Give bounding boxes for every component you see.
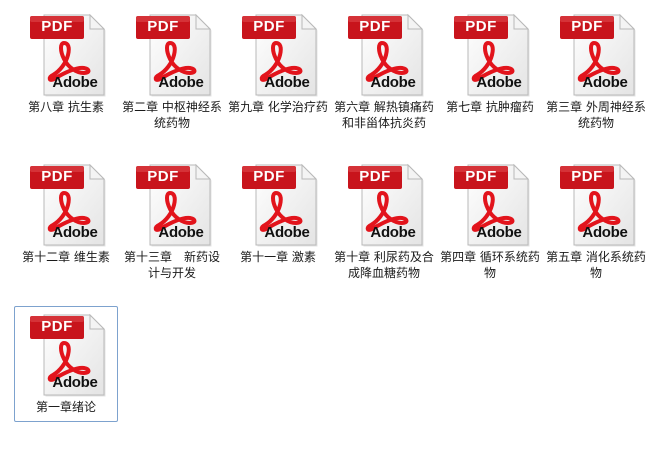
adobe-brand-label: Adobe (52, 224, 98, 241)
adobe-brand-label: Adobe (476, 74, 522, 91)
pdf-file-icon: PDF Adobe (236, 9, 320, 97)
file-item[interactable]: PDF Adobe 第八章 抗生素 (14, 6, 118, 122)
adobe-brand-label: Adobe (264, 74, 310, 91)
adobe-brand-label: Adobe (582, 224, 628, 241)
pdf-badge-label: PDF (147, 18, 179, 35)
pdf-badge-label: PDF (41, 168, 73, 185)
file-item[interactable]: PDF Adobe 第三章 外周神经系统药物 (544, 6, 648, 130)
pdf-badge-label: PDF (253, 18, 285, 35)
file-name-label: 第十章 利尿药及合成降血糖药物 (334, 250, 434, 280)
adobe-brand-label: Adobe (370, 74, 416, 91)
pdf-file-icon: PDF Adobe (24, 309, 108, 397)
pdf-badge-label: PDF (359, 18, 391, 35)
pdf-file-icon: PDF Adobe (24, 159, 108, 247)
pdf-file-icon: PDF Adobe (236, 159, 320, 247)
file-name-label: 第十三章 新药设计与开发 (123, 250, 220, 280)
adobe-brand-label: Adobe (52, 74, 98, 91)
adobe-brand-label: Adobe (264, 224, 310, 241)
pdf-file-icon: PDF Adobe (342, 159, 426, 247)
pdf-file-icon: PDF Adobe (554, 159, 638, 247)
file-name-label: 第八章 抗生素 (28, 100, 104, 114)
pdf-file-icon: PDF Adobe (554, 9, 638, 97)
file-item[interactable]: PDF Adobe 第九章 化学治疗药 (226, 6, 330, 122)
file-item[interactable]: PDF Adobe 第十章 利尿药及合成降血糖药物 (332, 156, 436, 280)
pdf-badge-label: PDF (41, 318, 73, 335)
pdf-file-icon: PDF Adobe (342, 9, 426, 97)
adobe-brand-label: Adobe (158, 224, 204, 241)
file-item[interactable]: PDF Adobe 第五章 消化系统药物 (544, 156, 648, 280)
file-row: PDF Adobe 第八章 抗生素 PDF Adobe 第二章 中枢神经系统药物 (14, 6, 650, 151)
pdf-badge-label: PDF (253, 168, 285, 185)
file-item[interactable]: PDF Adobe 第七章 抗肿瘤药 (438, 6, 542, 122)
file-item[interactable]: PDF Adobe 第十三章 新药设计与开发 (120, 156, 224, 280)
pdf-file-icon: PDF Adobe (448, 159, 532, 247)
pdf-file-icon: PDF Adobe (130, 159, 214, 247)
file-item[interactable]: PDF Adobe 第二章 中枢神经系统药物 (120, 6, 224, 130)
file-name-label: 第二章 中枢神经系统药物 (122, 100, 222, 130)
file-name-label: 第七章 抗肿瘤药 (446, 100, 534, 114)
pdf-file-icon: PDF Adobe (448, 9, 532, 97)
file-row: PDF Adobe 第十二章 维生素 PDF Adobe 第十三章 新药设计与开… (14, 156, 650, 301)
adobe-brand-label: Adobe (158, 74, 204, 91)
pdf-badge-label: PDF (147, 168, 179, 185)
file-name-label: 第六章 解热镇痛药和非甾体抗炎药 (334, 100, 434, 130)
pdf-badge-label: PDF (359, 168, 391, 185)
file-name-label: 第十一章 激素 (240, 250, 316, 264)
file-item[interactable]: PDF Adobe 第十二章 维生素 (14, 156, 118, 272)
file-item[interactable]: PDF Adobe 第十一章 激素 (226, 156, 330, 272)
pdf-file-icon: PDF Adobe (24, 9, 108, 97)
file-name-label: 第一章绪论 (35, 400, 96, 414)
file-grid: PDF Adobe 第八章 抗生素 PDF Adobe 第二章 中枢神经系统药物 (14, 6, 650, 422)
file-item[interactable]: PDF Adobe 第四章 循环系统药物 (438, 156, 542, 280)
file-name-label: 第四章 循环系统药物 (440, 250, 540, 280)
file-name-label: 第五章 消化系统药物 (546, 250, 646, 280)
file-name-label: 第九章 化学治疗药 (228, 100, 328, 114)
file-item[interactable]: PDF Adobe 第一章绪论 (14, 306, 118, 422)
pdf-badge-label: PDF (41, 18, 73, 35)
adobe-brand-label: Adobe (476, 224, 522, 241)
adobe-brand-label: Adobe (370, 224, 416, 241)
file-name-label: 第十二章 维生素 (22, 250, 110, 264)
pdf-badge-label: PDF (465, 18, 497, 35)
file-row: PDF Adobe 第一章绪论 (14, 306, 650, 422)
file-name-label: 第三章 外周神经系统药物 (546, 100, 646, 130)
pdf-badge-label: PDF (571, 18, 603, 35)
pdf-badge-label: PDF (571, 168, 603, 185)
adobe-brand-label: Adobe (582, 74, 628, 91)
file-item[interactable]: PDF Adobe 第六章 解热镇痛药和非甾体抗炎药 (332, 6, 436, 130)
adobe-brand-label: Adobe (52, 374, 98, 391)
pdf-badge-label: PDF (465, 168, 497, 185)
pdf-file-icon: PDF Adobe (130, 9, 214, 97)
